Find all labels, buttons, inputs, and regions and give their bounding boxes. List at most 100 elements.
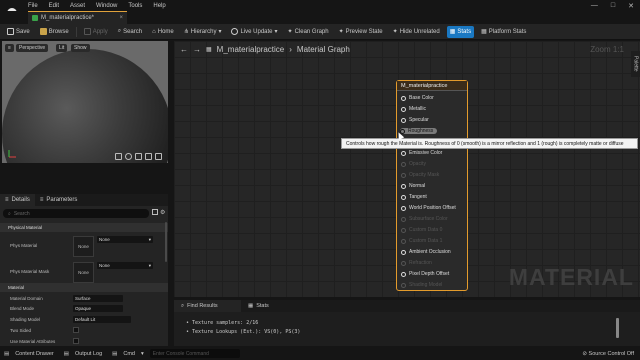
show-button[interactable]: Show: [71, 44, 90, 52]
node-pin[interactable]: Base Color: [401, 95, 434, 101]
console-input[interactable]: Enter Console Command: [149, 349, 240, 358]
platform-stats-button[interactable]: ▦ Platform Stats: [478, 26, 529, 38]
stats-scrollbar[interactable]: [616, 318, 619, 338]
maximize-icon[interactable]: □: [611, 2, 615, 10]
hide-unrelated-button[interactable]: ✦ Hide Unrelated: [390, 26, 443, 38]
live-update-button[interactable]: Live Update ▾: [228, 26, 280, 38]
node-pin[interactable]: Normal: [401, 183, 425, 189]
shading-model-select[interactable]: Default Lit: [73, 316, 131, 323]
phys-material-mask-select[interactable]: None ▾: [97, 262, 153, 269]
document-tab[interactable]: M_materialpractice* ×: [28, 11, 127, 24]
back-arrow-icon[interactable]: ←: [180, 45, 188, 54]
pin-connector-icon[interactable]: [401, 172, 406, 178]
menu-help[interactable]: Help: [153, 3, 165, 9]
hierarchy-button[interactable]: ⋔ Hierarchy ▾: [181, 26, 225, 38]
tab-stats[interactable]: ▦ Stats: [241, 300, 308, 312]
pin-label: Shading Model: [409, 282, 443, 288]
save-button[interactable]: Save: [4, 26, 33, 38]
apply-button[interactable]: Apply: [81, 26, 111, 38]
settings-icon[interactable]: ⚙: [160, 209, 165, 216]
perspective-button[interactable]: Perspective: [16, 44, 49, 52]
node-pin[interactable]: Emissive Color: [401, 150, 442, 156]
pin-connector-icon[interactable]: [401, 161, 406, 167]
pin-connector-icon[interactable]: [401, 205, 406, 211]
content-drawer-button[interactable]: Content Drawer: [15, 351, 54, 357]
close-tab-icon[interactable]: ×: [119, 15, 123, 21]
pin-connector-icon[interactable]: [401, 227, 406, 233]
preview-state-button[interactable]: ✦ Preview State: [336, 26, 386, 38]
pin-connector-icon[interactable]: [401, 216, 406, 222]
menu-window[interactable]: Window: [96, 3, 117, 9]
node-pin[interactable]: Tangent: [401, 194, 427, 200]
cube-icon[interactable]: [145, 153, 152, 160]
plane-icon[interactable]: [135, 153, 142, 160]
clean-graph-button[interactable]: ✦ Clean Graph: [285, 26, 332, 38]
stats-button[interactable]: ▦ Stats: [446, 25, 475, 38]
menu-tools[interactable]: Tools: [128, 3, 142, 9]
teapot-icon[interactable]: [155, 153, 162, 160]
phys-material-mask-thumbnail[interactable]: None: [73, 262, 94, 283]
sphere-icon[interactable]: [125, 153, 132, 160]
tab-details-label: Details: [11, 197, 30, 203]
node-pin[interactable]: Roughness: [400, 128, 438, 134]
section-physical-material[interactable]: Physical Material: [0, 223, 168, 232]
cylinder-icon[interactable]: [115, 153, 122, 160]
palette-tab[interactable]: Palette: [631, 51, 640, 77]
pin-connector-icon[interactable]: [401, 117, 406, 123]
viewport-options-button[interactable]: ≡: [5, 44, 14, 52]
pin-connector-icon[interactable]: [401, 271, 406, 277]
node-pin[interactable]: Pixel Depth Offset: [401, 271, 449, 277]
blend-mode-select[interactable]: Opaque: [73, 305, 123, 312]
pin-label: Tangent: [409, 194, 427, 200]
preview-state-label: Preview State: [345, 28, 383, 35]
menu-asset[interactable]: Asset: [70, 3, 85, 9]
prop-phys-material-mask: Phys Material Mask: [10, 269, 50, 274]
phys-material-thumbnail[interactable]: None: [73, 236, 94, 257]
grid-view-icon[interactable]: [152, 209, 158, 215]
pin-connector-icon[interactable]: [401, 95, 406, 101]
source-control-button[interactable]: ⊘ Source Control Off: [582, 351, 634, 357]
material-output-node[interactable]: M_materialpractice Base Color Metallic Spe…: [396, 80, 468, 291]
tab-details[interactable]: ≡ Details: [0, 194, 35, 206]
use-material-attributes-checkbox[interactable]: [73, 338, 79, 344]
search-icon: ⌕: [181, 302, 185, 309]
close-window-icon[interactable]: ✕: [628, 2, 634, 10]
pin-connector-icon[interactable]: [401, 249, 406, 255]
pin-connector-icon[interactable]: [401, 106, 406, 112]
preview-viewport[interactable]: ≡ Perspective Lit Show: [2, 41, 168, 163]
tab-parameters[interactable]: ≡ Parameters: [35, 194, 83, 206]
browse-button[interactable]: Browse: [37, 26, 72, 38]
menu-file[interactable]: File: [28, 3, 38, 9]
home-button[interactable]: ⌂ Home: [149, 26, 177, 38]
details-scrollbar[interactable]: [165, 222, 167, 262]
menu-edit[interactable]: Edit: [49, 3, 59, 9]
pin-connector-icon[interactable]: [401, 260, 406, 266]
pin-connector-icon[interactable]: [401, 183, 406, 189]
node-pin[interactable]: Ambient Occlusion: [401, 249, 451, 255]
pin-label: Metallic: [409, 106, 426, 112]
breadcrumb-graph[interactable]: Material Graph: [297, 45, 350, 54]
pin-connector-icon[interactable]: [401, 194, 406, 200]
two-sided-checkbox[interactable]: [73, 327, 79, 333]
material-domain-select[interactable]: Surface: [73, 295, 123, 302]
pin-connector-icon[interactable]: [401, 282, 406, 288]
breadcrumb-material[interactable]: M_materialpractice: [217, 45, 285, 54]
pin-connector-icon[interactable]: [401, 238, 406, 244]
node-pin[interactable]: World Position Offset: [401, 205, 456, 211]
node-pin: Custom Data 0: [401, 227, 442, 233]
section-material[interactable]: Material: [0, 283, 168, 292]
phys-material-select[interactable]: None ▾: [97, 236, 153, 243]
lit-button[interactable]: Lit: [56, 44, 68, 52]
material-graph[interactable]: ← → ▦ M_materialpractice › Material Grap…: [174, 41, 640, 297]
node-pin[interactable]: Metallic: [401, 106, 426, 112]
node-pin[interactable]: Specular: [401, 117, 429, 123]
minimize-icon[interactable]: —: [591, 2, 598, 10]
cmd-button[interactable]: Cmd: [123, 351, 135, 357]
output-log-button[interactable]: Output Log: [75, 351, 102, 357]
tab-find-results[interactable]: ⌕ Find Results: [174, 300, 241, 312]
document-tab-title: M_materialpractice*: [41, 15, 95, 21]
pin-connector-icon[interactable]: [401, 150, 406, 156]
forward-arrow-icon[interactable]: →: [193, 45, 201, 54]
search-button[interactable]: ⌕ Search: [115, 26, 145, 38]
details-search-input[interactable]: ⌕ Search: [3, 209, 149, 218]
